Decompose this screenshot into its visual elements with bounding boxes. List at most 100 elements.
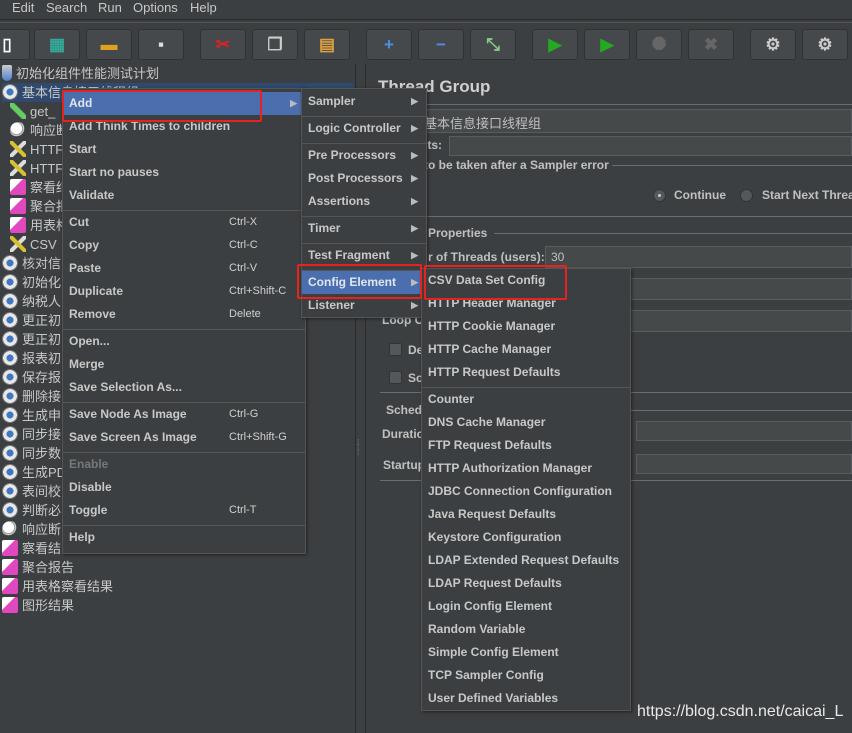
menu-item-random-variable[interactable]: Random Variable	[422, 618, 630, 641]
tree-node[interactable]: 生成PD	[2, 463, 66, 482]
menu-item-http-authorization-manager[interactable]: HTTP Authorization Manager	[422, 457, 630, 480]
open-icon: ▬	[100, 35, 118, 54]
menu-item-help[interactable]: Help	[63, 526, 305, 549]
clear-button[interactable]: ⚙	[750, 29, 796, 60]
tree-node[interactable]: 聚合报告	[2, 558, 74, 577]
menu-item-enable[interactable]: Enable	[63, 453, 305, 476]
tree-node[interactable]: 生成申	[2, 406, 61, 425]
tree-node[interactable]: 同步接	[2, 425, 61, 444]
templates-button[interactable]: ▦	[34, 29, 80, 60]
menu-item-validate[interactable]: Validate	[63, 184, 305, 207]
tree-node[interactable]: 纳税人	[2, 292, 61, 311]
tree-node[interactable]: 更正初	[2, 330, 61, 349]
menu-item-start[interactable]: Start	[63, 138, 305, 161]
tree-node[interactable]: CSV	[10, 235, 57, 254]
start-button[interactable]: ▶	[532, 29, 578, 60]
menu-item-save-node-as-image[interactable]: Save Node As Image Ctrl-G	[63, 403, 305, 426]
tree-node[interactable]: 图形结果	[2, 596, 74, 615]
cut-button[interactable]: ✂	[200, 29, 246, 60]
menu-item-http-cookie-manager[interactable]: HTTP Cookie Manager	[422, 315, 630, 338]
tree-node[interactable]: 察看结	[10, 178, 69, 197]
threads-field[interactable]	[545, 246, 852, 268]
menu-item-remove[interactable]: Remove Delete	[63, 303, 305, 326]
tree-node[interactable]: 判断必	[2, 501, 61, 520]
menu-item-merge[interactable]: Merge	[63, 353, 305, 376]
menu-item-copy[interactable]: Copy Ctrl-C	[63, 234, 305, 257]
tree-node[interactable]: 初始化	[2, 273, 61, 292]
tree-node[interactable]: 响应断	[2, 520, 61, 539]
stop-button[interactable]: ⯃	[636, 29, 682, 60]
menu-item-save-screen-as-image[interactable]: Save Screen As Image Ctrl+Shift-G	[63, 426, 305, 449]
divider-grip-icon[interactable]: ⁞ ⁞ ⁞	[357, 439, 362, 460]
menu-item-java-request-defaults[interactable]: Java Request Defaults	[422, 503, 630, 526]
tree-node[interactable]: HTTF	[10, 140, 63, 159]
menu-item-logic-controller[interactable]: Logic Controller ▶	[302, 117, 426, 140]
tree-node[interactable]: 响应断	[10, 121, 69, 140]
menu-search[interactable]: Search	[46, 0, 87, 16]
tree-node[interactable]: 保存报	[2, 368, 61, 387]
menu-item-cut[interactable]: Cut Ctrl-X	[63, 211, 305, 234]
tree-node[interactable]: 表间校	[2, 482, 61, 501]
tree-node[interactable]: 核对信	[2, 254, 61, 273]
menu-item-dns-cache-manager[interactable]: DNS Cache Manager	[422, 411, 630, 434]
menu-item-http-request-defaults[interactable]: HTTP Request Defaults	[422, 361, 630, 384]
menu-item-disable[interactable]: Disable	[63, 476, 305, 499]
menu-item-timer[interactable]: Timer ▶	[302, 217, 426, 240]
menu-item-post-processors[interactable]: Post Processors ▶	[302, 167, 426, 190]
shutdown-button[interactable]: ✖	[688, 29, 734, 60]
menu-item-sampler[interactable]: Sampler ▶	[302, 90, 426, 113]
menu-help[interactable]: Help	[190, 0, 217, 16]
start-next-thread-radio[interactable]	[740, 189, 753, 202]
save-button[interactable]: ▪	[138, 29, 184, 60]
tree-node[interactable]: 同步数	[2, 444, 61, 463]
startup-delay-field[interactable]	[636, 454, 852, 474]
menu-run[interactable]: Run	[98, 0, 122, 16]
tree-node[interactable]: 察看结	[2, 539, 61, 558]
expand-button[interactable]: +	[366, 29, 412, 60]
menu-item-simple-config-element[interactable]: Simple Config Element	[422, 641, 630, 664]
new-button[interactable]: ▯	[0, 29, 30, 60]
tree-node[interactable]: 报表初	[2, 349, 61, 368]
tree-node[interactable]: get_	[10, 102, 55, 121]
delay-thread-checkbox[interactable]	[389, 343, 402, 356]
menu-item-duplicate[interactable]: Duplicate Ctrl+Shift-C	[63, 280, 305, 303]
menu-item-http-cache-manager[interactable]: HTTP Cache Manager	[422, 338, 630, 361]
menu-options[interactable]: Options	[133, 0, 178, 16]
tree-node[interactable]: HTTF	[10, 159, 63, 178]
menu-item-ldap-extended-request-defaults[interactable]: LDAP Extended Request Defaults	[422, 549, 630, 572]
menu-item-open[interactable]: Open...	[63, 330, 305, 353]
menu-item-toggle[interactable]: Toggle Ctrl-T	[63, 499, 305, 522]
menu-item-paste[interactable]: Paste Ctrl-V	[63, 257, 305, 280]
tree-node[interactable]: 聚合报	[10, 197, 69, 216]
menu-item-save-selection-as[interactable]: Save Selection As...	[63, 376, 305, 399]
menu-item-jdbc-connection-configuration[interactable]: JDBC Connection Configuration	[422, 480, 630, 503]
clear-all-button[interactable]: ⚙	[802, 29, 848, 60]
continue-radio[interactable]	[653, 189, 666, 202]
menu-item-counter[interactable]: Counter	[422, 388, 630, 411]
comments-field[interactable]	[449, 136, 852, 156]
copy-button[interactable]: ❐	[252, 29, 298, 60]
tree-node[interactable]: 初始化组件性能测试计划	[2, 64, 159, 83]
tree-node[interactable]: 用表格察看结果	[2, 577, 113, 596]
menu-item-pre-processors[interactable]: Pre Processors ▶	[302, 144, 426, 167]
menu-item-user-defined-variables[interactable]: User Defined Variables	[422, 687, 630, 710]
menu-edit[interactable]: Edit	[12, 0, 34, 16]
menu-item-ldap-request-defaults[interactable]: LDAP Request Defaults	[422, 572, 630, 595]
duration-field[interactable]	[636, 421, 852, 441]
open-button[interactable]: ▬	[86, 29, 132, 60]
menu-item-assertions[interactable]: Assertions ▶	[302, 190, 426, 213]
gear-icon	[2, 350, 18, 366]
menu-item-keystore-configuration[interactable]: Keystore Configuration	[422, 526, 630, 549]
tree-node[interactable]: 更正初	[2, 311, 61, 330]
collapse-button[interactable]: −	[418, 29, 464, 60]
tree-node[interactable]: 用表格	[10, 216, 69, 235]
menu-item-tcp-sampler-config[interactable]: TCP Sampler Config	[422, 664, 630, 687]
scheduler-checkbox[interactable]	[389, 371, 402, 384]
menu-item-ftp-request-defaults[interactable]: FTP Request Defaults	[422, 434, 630, 457]
tree-node[interactable]: 删除接	[2, 387, 61, 406]
menu-item-login-config-element[interactable]: Login Config Element	[422, 595, 630, 618]
paste-button[interactable]: ▤	[304, 29, 350, 60]
start-no-pauses-button[interactable]: ▶	[584, 29, 630, 60]
menu-item-start-no-pauses[interactable]: Start no pauses	[63, 161, 305, 184]
toggle-button[interactable]: ⤡	[470, 29, 516, 60]
